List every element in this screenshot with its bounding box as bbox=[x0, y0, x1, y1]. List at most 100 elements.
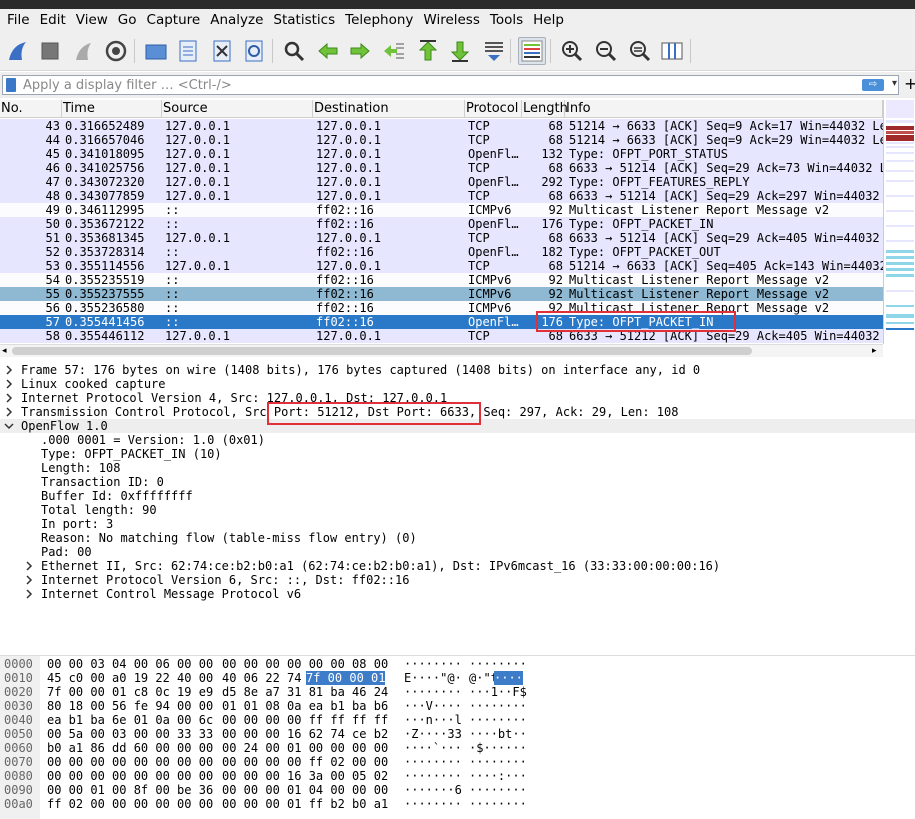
detail-row[interactable]: Ethernet II, Src: 62:74:ce:b2:b0:a1 (62:… bbox=[0, 559, 915, 573]
packet-proto: ICMPv6 bbox=[468, 203, 512, 217]
restart-fin-icon[interactable] bbox=[70, 37, 98, 65]
column-header-no[interactable]: No. bbox=[0, 100, 62, 118]
column-header-destination[interactable]: Destination bbox=[313, 100, 465, 118]
colorize-icon[interactable] bbox=[518, 37, 546, 65]
last-packet-icon[interactable] bbox=[446, 37, 474, 65]
zoom-normal-icon[interactable] bbox=[626, 37, 654, 65]
expand-arrow-icon[interactable] bbox=[4, 405, 14, 419]
detail-row[interactable]: Internet Control Message Protocol v6 bbox=[0, 587, 915, 601]
display-filter-input[interactable]: Apply a display filter … <Ctrl-/> ⇨ ▾ bbox=[2, 75, 899, 95]
detail-text: Frame 57: 176 bytes on wire (1408 bits),… bbox=[21, 363, 701, 377]
packet-row[interactable]: 51 0.353681345 127.0.0.1 127.0.0.1 TCP 68 6633… bbox=[0, 231, 883, 245]
detail-row[interactable]: Type: OFPT_PACKET_IN (10) bbox=[0, 447, 915, 461]
menu-go[interactable]: Go bbox=[113, 9, 142, 31]
detail-row[interactable]: Length: 108 bbox=[0, 461, 915, 475]
add-filter-button[interactable]: + bbox=[904, 74, 915, 94]
collapse-arrow-icon[interactable] bbox=[4, 419, 14, 433]
column-header-source[interactable]: Source bbox=[162, 100, 313, 118]
find-magnifier-icon[interactable] bbox=[280, 37, 308, 65]
packet-len: 132 bbox=[541, 147, 563, 161]
expand-arrow-icon[interactable] bbox=[24, 559, 34, 573]
packet-row[interactable]: 43 0.316652489 127.0.0.1 127.0.0.1 TCP 68 5121… bbox=[0, 119, 883, 133]
expand-arrow-icon[interactable] bbox=[24, 573, 34, 587]
autoscroll-icon[interactable] bbox=[480, 37, 508, 65]
menu-wireless[interactable]: Wireless bbox=[418, 9, 485, 31]
packet-time: 0.355446112 bbox=[65, 329, 145, 343]
packet-row[interactable]: 45 0.341018095 127.0.0.1 127.0.0.1 OpenFl… 13… bbox=[0, 147, 883, 161]
menu-file[interactable]: File bbox=[2, 9, 35, 31]
menu-view[interactable]: View bbox=[71, 9, 113, 31]
packet-row[interactable]: 47 0.343072320 127.0.0.1 127.0.0.1 OpenFl… 29… bbox=[0, 175, 883, 189]
hex-offset: 0040 bbox=[4, 713, 33, 727]
gear-options-icon[interactable] bbox=[102, 37, 130, 65]
arrow-forward-icon[interactable] bbox=[346, 37, 374, 65]
packet-row[interactable]: 44 0.316657046 127.0.0.1 127.0.0.1 TCP 68 5121… bbox=[0, 133, 883, 147]
hex-bytes-b: 00 24 00 01 00 00 00 00 bbox=[222, 741, 389, 755]
detail-row[interactable]: Transaction ID: 0 bbox=[0, 475, 915, 489]
packet-len: 92 bbox=[548, 203, 563, 217]
file-close-icon[interactable] bbox=[208, 37, 236, 65]
column-header-protocol[interactable]: Protocol bbox=[465, 100, 522, 118]
detail-row[interactable]: .000 0001 = Version: 1.0 (0x01) bbox=[0, 433, 915, 447]
detail-row[interactable]: Frame 57: 176 bytes on wire (1408 bits),… bbox=[0, 363, 915, 377]
packet-src: 127.0.0.1 bbox=[165, 231, 231, 245]
packet-minimap[interactable] bbox=[883, 100, 915, 344]
packet-bytes-pane[interactable]: 0000 0010 0020 0030 0040 0050 0060 0070 0080 0090… bbox=[0, 655, 915, 819]
packet-row[interactable]: 58 0.355446112 127.0.0.1 127.0.0.1 TCP 68 6633… bbox=[0, 329, 883, 343]
detail-row[interactable]: Pad: 00 bbox=[0, 545, 915, 559]
menu-tools[interactable]: Tools bbox=[485, 9, 528, 31]
packet-row[interactable]: 54 0.355235519:: ff02::16 ICMPv6 92 Multicast… bbox=[0, 273, 883, 287]
reload-icon[interactable] bbox=[240, 37, 268, 65]
column-header-length[interactable]: Length bbox=[522, 100, 568, 118]
packet-list[interactable]: No. Time Source Destination Protocol Length In… bbox=[0, 100, 883, 344]
packet-list-hscrollbar[interactable]: ◂ ▸ bbox=[0, 344, 883, 357]
packet-row[interactable]: 50 0.353672122:: ff02::16 OpenFl… 176 Type: O… bbox=[0, 217, 883, 231]
toolbar-separator bbox=[510, 39, 511, 63]
detail-row[interactable]: Reason: No matching flow (table-miss flo… bbox=[0, 531, 915, 545]
expand-arrow-icon[interactable] bbox=[4, 391, 14, 405]
expand-arrow-icon[interactable] bbox=[4, 363, 14, 377]
packet-row[interactable]: 56 0.355236580:: ff02::16 ICMPv6 92 Multicast… bbox=[0, 301, 883, 315]
zoom-in-icon[interactable] bbox=[558, 37, 586, 65]
resize-columns-icon[interactable] bbox=[658, 37, 686, 65]
detail-row[interactable]: Buffer Id: 0xffffffff bbox=[0, 489, 915, 503]
arrow-back-icon[interactable] bbox=[314, 37, 342, 65]
scroll-left-icon[interactable]: ◂ bbox=[2, 345, 7, 357]
packet-row[interactable]: 46 0.341025756 127.0.0.1 127.0.0.1 TCP 68 6633… bbox=[0, 161, 883, 175]
detail-row[interactable]: Internet Protocol Version 6, Src: ::, Ds… bbox=[0, 573, 915, 587]
menu-telephony[interactable]: Telephony bbox=[340, 9, 418, 31]
column-header-info[interactable]: Info bbox=[565, 100, 883, 118]
zoom-out-icon[interactable] bbox=[592, 37, 620, 65]
filter-history-dropdown-icon[interactable]: ▾ bbox=[892, 78, 897, 89]
hscroll-thumb[interactable] bbox=[12, 347, 752, 355]
packet-dst: 127.0.0.1 bbox=[316, 119, 382, 133]
detail-row[interactable]: Total length: 90 bbox=[0, 503, 915, 517]
detail-row[interactable]: In port: 3 bbox=[0, 517, 915, 531]
first-packet-icon[interactable] bbox=[414, 37, 442, 65]
shark-fin-start-icon[interactable] bbox=[4, 37, 32, 65]
packet-row[interactable]: 57 0.355441456:: ff02::16 OpenFl… 176 Type: O… bbox=[0, 315, 883, 329]
menu-statistics[interactable]: Statistics bbox=[268, 9, 340, 31]
column-header-time[interactable]: Time bbox=[62, 100, 162, 118]
go-to-packet-icon[interactable] bbox=[380, 37, 408, 65]
detail-row[interactable]: Linux cooked capture bbox=[0, 377, 915, 391]
menu-edit[interactable]: Edit bbox=[35, 9, 71, 31]
expand-arrow-icon[interactable] bbox=[4, 377, 14, 391]
menu-help[interactable]: Help bbox=[528, 9, 569, 31]
scroll-right-icon[interactable]: ▸ bbox=[872, 345, 877, 357]
hex-ascii: ·Z····33 ····bt·· bbox=[404, 727, 527, 741]
file-save-icon[interactable] bbox=[174, 37, 202, 65]
packet-row[interactable]: 52 0.353728314:: ff02::16 OpenFl… 182 Type: O… bbox=[0, 245, 883, 259]
apply-filter-arrow-icon[interactable]: ⇨ bbox=[862, 79, 884, 91]
packet-row[interactable]: 49 0.346112995:: ff02::16 ICMPv6 92 Multicast… bbox=[0, 203, 883, 217]
bookmark-icon[interactable] bbox=[6, 78, 16, 92]
packet-row[interactable]: 53 0.355114556 127.0.0.1 127.0.0.1 TCP 68 5121… bbox=[0, 259, 883, 273]
folder-open-icon[interactable] bbox=[142, 37, 170, 65]
packet-row[interactable]: 55 0.355237555:: ff02::16 ICMPv6 92 Multicast… bbox=[0, 287, 883, 301]
stop-square-icon[interactable] bbox=[36, 37, 64, 65]
expand-arrow-icon[interactable] bbox=[24, 587, 34, 601]
packet-src: 127.0.0.1 bbox=[165, 133, 231, 147]
menu-analyze[interactable]: Analyze bbox=[205, 9, 268, 31]
packet-row[interactable]: 48 0.343077859 127.0.0.1 127.0.0.1 TCP 68 6633… bbox=[0, 189, 883, 203]
menu-capture[interactable]: Capture bbox=[142, 9, 206, 31]
